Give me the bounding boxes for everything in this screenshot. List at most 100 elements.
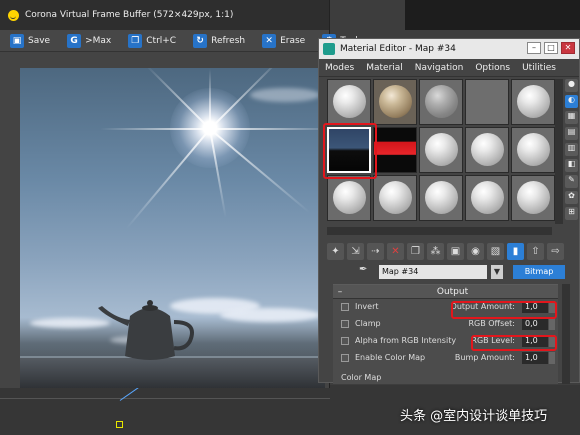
- copy-button[interactable]: ❐ Ctrl+C: [128, 32, 181, 50]
- material-editor-side-toolbar: ● ◐ ▦ ▤ ▥ ◧ ✎ ✿ ⊞: [565, 79, 580, 220]
- background-icon[interactable]: ▦: [565, 111, 578, 124]
- make-unique-icon[interactable]: ⁂: [427, 242, 444, 260]
- max-top-bar: [405, 0, 580, 30]
- viewport-marker: [116, 421, 123, 428]
- rgb-offset-field[interactable]: 0,0: [522, 318, 548, 330]
- menu-material[interactable]: Material: [366, 63, 403, 73]
- enable-color-map-checkbox[interactable]: [341, 354, 349, 362]
- menu-options[interactable]: Options: [475, 63, 510, 73]
- minimize-icon[interactable]: –: [527, 42, 541, 54]
- go-to-parent-icon[interactable]: ⇧: [527, 242, 544, 260]
- options-icon[interactable]: ✎: [565, 175, 578, 188]
- make-copy-icon[interactable]: ❐: [407, 242, 424, 260]
- sample-slot[interactable]: [465, 79, 509, 125]
- sample-type-icon[interactable]: ●: [565, 79, 578, 92]
- alpha-from-rgb-label: Alpha from RGB Intensity: [355, 336, 457, 345]
- material-plane: [466, 80, 508, 124]
- slots-horizontal-scrollbar[interactable]: [327, 227, 552, 235]
- sun-ray: [100, 128, 210, 130]
- desktop: Corona Virtual Frame Buffer (572×429px, …: [0, 0, 580, 435]
- invert-checkbox[interactable]: [341, 303, 349, 311]
- alpha-from-rgb-checkbox[interactable]: [341, 337, 349, 345]
- maximize-icon[interactable]: □: [544, 42, 558, 54]
- sample-slot[interactable]: [327, 79, 371, 125]
- go-forward-sibling-icon[interactable]: ⇨: [547, 242, 564, 260]
- param-row-color-map: Enable Color Map Bump Amount: 1,0: [333, 350, 558, 367]
- bump-amount-spinner[interactable]: [549, 352, 555, 364]
- copy-icon: ❐: [128, 33, 143, 48]
- clamp-label: Clamp: [355, 319, 381, 328]
- window-controls: – □ ✕: [527, 42, 575, 54]
- rgb-offset-spinner[interactable]: [549, 318, 555, 330]
- params-vertical-scrollbar[interactable]: [562, 284, 570, 384]
- select-by-material-icon[interactable]: ✿: [565, 191, 578, 204]
- sample-slot[interactable]: [373, 79, 417, 125]
- watermark-text: 头条 @室内设计谈单技巧: [400, 409, 548, 424]
- cloud: [220, 308, 320, 322]
- save-icon: ▣: [10, 33, 24, 48]
- sample-slot[interactable]: [327, 175, 371, 221]
- material-sphere: [425, 181, 458, 214]
- sample-slot[interactable]: [373, 127, 417, 173]
- pick-material-eyedropper-icon[interactable]: ✒: [359, 264, 373, 278]
- erase-button[interactable]: ✕ Erase: [262, 32, 310, 50]
- chevron-down-icon[interactable]: ▼: [491, 265, 503, 279]
- show-end-result-icon[interactable]: ▮: [507, 242, 524, 260]
- material-id-channel-icon[interactable]: ◉: [467, 242, 484, 260]
- close-icon[interactable]: ✕: [561, 42, 575, 54]
- video-color-check-icon[interactable]: ▥: [565, 143, 578, 156]
- material-editor-window: Material Editor - Map #34 – □ ✕ Modes Ma…: [318, 38, 580, 384]
- highlight-box-rgb-level: [471, 335, 557, 351]
- reset-map-icon[interactable]: ✕: [387, 242, 404, 260]
- put-to-library-icon[interactable]: ▣: [447, 242, 464, 260]
- highlight-box-output-amount: [451, 301, 557, 319]
- slots-vertical-scrollbar[interactable]: [555, 79, 563, 224]
- clamp-checkbox[interactable]: [341, 320, 349, 328]
- rgb-offset-label: RGB Offset:: [468, 319, 515, 328]
- refresh-button[interactable]: ↻ Refresh: [193, 32, 250, 50]
- output-rollout-header[interactable]: – Output: [333, 285, 558, 299]
- material-editor-title-bar[interactable]: Material Editor - Map #34 – □ ✕: [319, 39, 579, 59]
- collapse-icon: –: [337, 286, 343, 297]
- corona-smiley-icon: [8, 9, 19, 21]
- save-button[interactable]: ▣ Save: [10, 32, 55, 50]
- sun-ray: [125, 128, 211, 230]
- sample-slot[interactable]: [419, 127, 463, 173]
- render-image: [20, 68, 325, 388]
- sample-slot[interactable]: [465, 127, 509, 173]
- backlight-icon[interactable]: ◐: [565, 95, 578, 108]
- material-navigator-icon[interactable]: ⊞: [565, 207, 578, 220]
- bump-amount-field[interactable]: 1,0: [522, 352, 548, 364]
- make-preview-icon[interactable]: ◧: [565, 159, 578, 172]
- assign-to-selection-icon[interactable]: ⇢: [367, 242, 384, 260]
- color-map-rollout-label[interactable]: Color Map: [341, 373, 381, 382]
- sample-slot[interactable]: [419, 79, 463, 125]
- sample-slot[interactable]: [419, 175, 463, 221]
- material-sphere: [379, 85, 412, 118]
- sample-slot[interactable]: [465, 175, 509, 221]
- uv-tiling-icon[interactable]: ▤: [565, 127, 578, 140]
- get-material-icon[interactable]: ✦: [327, 242, 344, 260]
- sun-ray: [209, 128, 311, 214]
- material-sphere: [333, 85, 366, 118]
- menu-modes[interactable]: Modes: [325, 63, 354, 73]
- put-to-scene-icon[interactable]: ⇲: [347, 242, 364, 260]
- to-max-button[interactable]: G >Max: [67, 32, 116, 50]
- material-sphere: [333, 181, 366, 214]
- menu-utilities[interactable]: Utilities: [522, 63, 556, 73]
- map-name-field[interactable]: Map #34: [379, 265, 487, 279]
- sample-slot[interactable]: [511, 79, 555, 125]
- sample-slot[interactable]: [511, 175, 555, 221]
- invert-label: Invert: [355, 302, 379, 311]
- sample-slot[interactable]: [373, 175, 417, 221]
- sun-ray: [209, 69, 211, 129]
- refresh-icon: ↻: [193, 33, 208, 48]
- sun-ray: [210, 128, 325, 130]
- map-type-button[interactable]: Bitmap: [513, 265, 565, 279]
- map-name-row: Map #34 ▼ Bitmap: [379, 264, 565, 280]
- vfb-title-bar[interactable]: Corona Virtual Frame Buffer (572×429px, …: [0, 0, 329, 30]
- material-sphere: [517, 181, 550, 214]
- menu-navigation[interactable]: Navigation: [415, 63, 464, 73]
- sample-slot[interactable]: [511, 127, 555, 173]
- show-shaded-icon[interactable]: ▧: [487, 242, 504, 260]
